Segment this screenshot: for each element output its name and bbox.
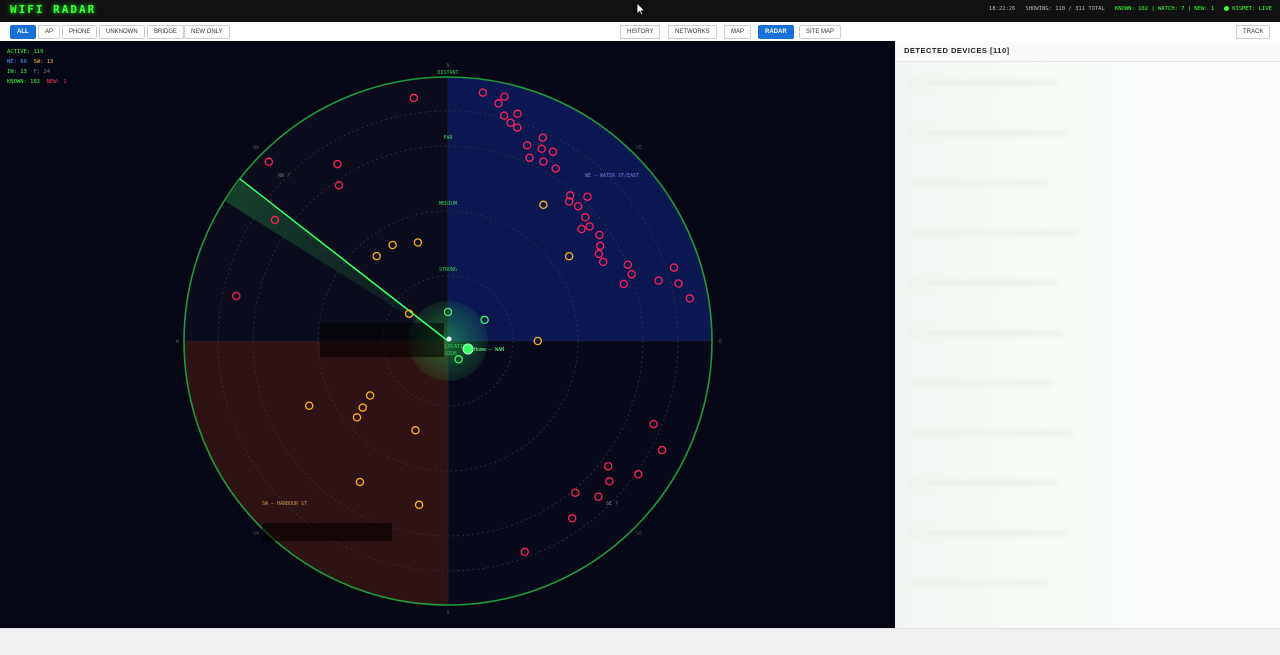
home-tag: Home – WAN (474, 347, 504, 353)
sensor-node (446, 336, 452, 342)
list-item[interactable] (908, 430, 1073, 436)
compass-e: E (719, 339, 722, 345)
toolbar: ALL AP PHONE UNKNOWN BRIDGE NEW ONLY HIS… (0, 22, 1280, 42)
new-count: NEW: 1 (46, 79, 67, 85)
compass-ne: NE (636, 145, 642, 151)
ne-quadrant-label: NE — WATER ST/EAST (585, 173, 639, 179)
se-quadrant-label: SE ? (606, 501, 618, 507)
list-item[interactable] (908, 180, 1048, 186)
compass-s: S (446, 610, 449, 616)
view-radar-button[interactable]: RADAR (758, 25, 794, 39)
top-bar: WIFI RADAR 18:22:26 SHOWING: 110 / 311 T… (0, 0, 1280, 22)
filter-unknown-button[interactable]: UNKNOWN (99, 25, 145, 39)
view-map-button[interactable]: MAP (724, 25, 752, 39)
filter-bridge-button[interactable]: BRIDGE (147, 25, 185, 39)
list-item[interactable] (908, 480, 1058, 486)
ring-label-medium: MEDIUM (439, 201, 457, 207)
view-networks-button[interactable]: NETWORKS (668, 25, 717, 39)
clock: 18:22:26 (988, 6, 1016, 12)
nw-quadrant-label: NW ? (278, 173, 290, 179)
detected-devices-panel: DETECTED DEVICES [110] (896, 41, 1280, 628)
list-item[interactable] (908, 280, 1058, 286)
filter-phone-button[interactable]: PHONE (62, 25, 98, 39)
view-history-button[interactable]: HISTORY (620, 25, 661, 39)
active-count: ACTIVE: 110 (7, 49, 44, 55)
ne-count: NE: 60 (7, 59, 27, 65)
list-item[interactable] (908, 380, 1053, 386)
ring-label-far: FAR (443, 135, 453, 141)
home-node[interactable] (462, 343, 474, 355)
list-item[interactable] (908, 580, 1048, 586)
in-count: IN: 13 (7, 69, 27, 75)
ring-label-distant: DISTANT (437, 70, 458, 76)
compass-nw: NW (253, 145, 260, 151)
showing-count: SHOWING: 110 / 311 TOTAL (1025, 6, 1105, 12)
mouse-cursor-icon (636, 2, 646, 16)
filter-new-only-button[interactable]: NEW ONLY (184, 25, 230, 39)
app-title: WIFI RADAR (10, 3, 97, 16)
nw-sector (184, 77, 448, 341)
device-list[interactable] (896, 62, 1280, 628)
compass-w: W (176, 339, 180, 345)
f-count: F: 24 (33, 69, 51, 75)
footer-bar (0, 628, 1280, 655)
sw-quadrant-label: SW — HARBOUR ST (262, 501, 307, 507)
kismet-label: KISMET: LIVE (1232, 6, 1272, 12)
compass-n: N (446, 63, 449, 69)
detected-devices-header: DETECTED DEVICES [110] (896, 41, 1280, 62)
ring-label-strong: STRONG (439, 267, 457, 273)
sw-sector (184, 341, 448, 605)
radar-panel: DISTANT FAR MEDIUM STRONG NW ? NE — WATE… (0, 41, 895, 628)
list-item[interactable] (908, 330, 1063, 336)
radar-display: DISTANT FAR MEDIUM STRONG NW ? NE — WATE… (176, 63, 722, 616)
live-dot-icon (1224, 6, 1230, 11)
kismet-status: KISMET: LIVE (1224, 6, 1272, 12)
filter-ap-button[interactable]: AP (38, 25, 61, 39)
status-bar: 18:22:26 SHOWING: 110 / 311 TOTAL KNOWN:… (989, 6, 1272, 12)
filter-all-button[interactable]: ALL (10, 25, 36, 39)
compass-se: SE (636, 531, 642, 537)
list-item[interactable] (908, 130, 1068, 136)
center-label-line2: SIDE (445, 351, 457, 357)
device-counts: KNOWN: 102 | WATCH: 7 | NEW: 1 (1114, 6, 1215, 12)
list-item[interactable] (908, 80, 1058, 86)
detected-devices-title: DETECTED DEVICES [110] (904, 46, 1010, 55)
known-count: KNOWN: 102 (7, 79, 41, 85)
view-site-map-button[interactable]: SITE MAP (799, 25, 842, 39)
compass-sw: SW (253, 531, 260, 537)
track-button[interactable]: TRACK (1236, 25, 1271, 39)
stats-panel: ACTIVE: 110 NE: 60 SW: 13 IN: 13 F: 24 K… (7, 47, 67, 87)
sw-label-overlay (262, 523, 392, 541)
center-overlay (320, 323, 444, 357)
list-item[interactable] (908, 230, 1078, 236)
sw-count: SW: 13 (33, 59, 54, 65)
list-item[interactable] (908, 530, 1068, 536)
